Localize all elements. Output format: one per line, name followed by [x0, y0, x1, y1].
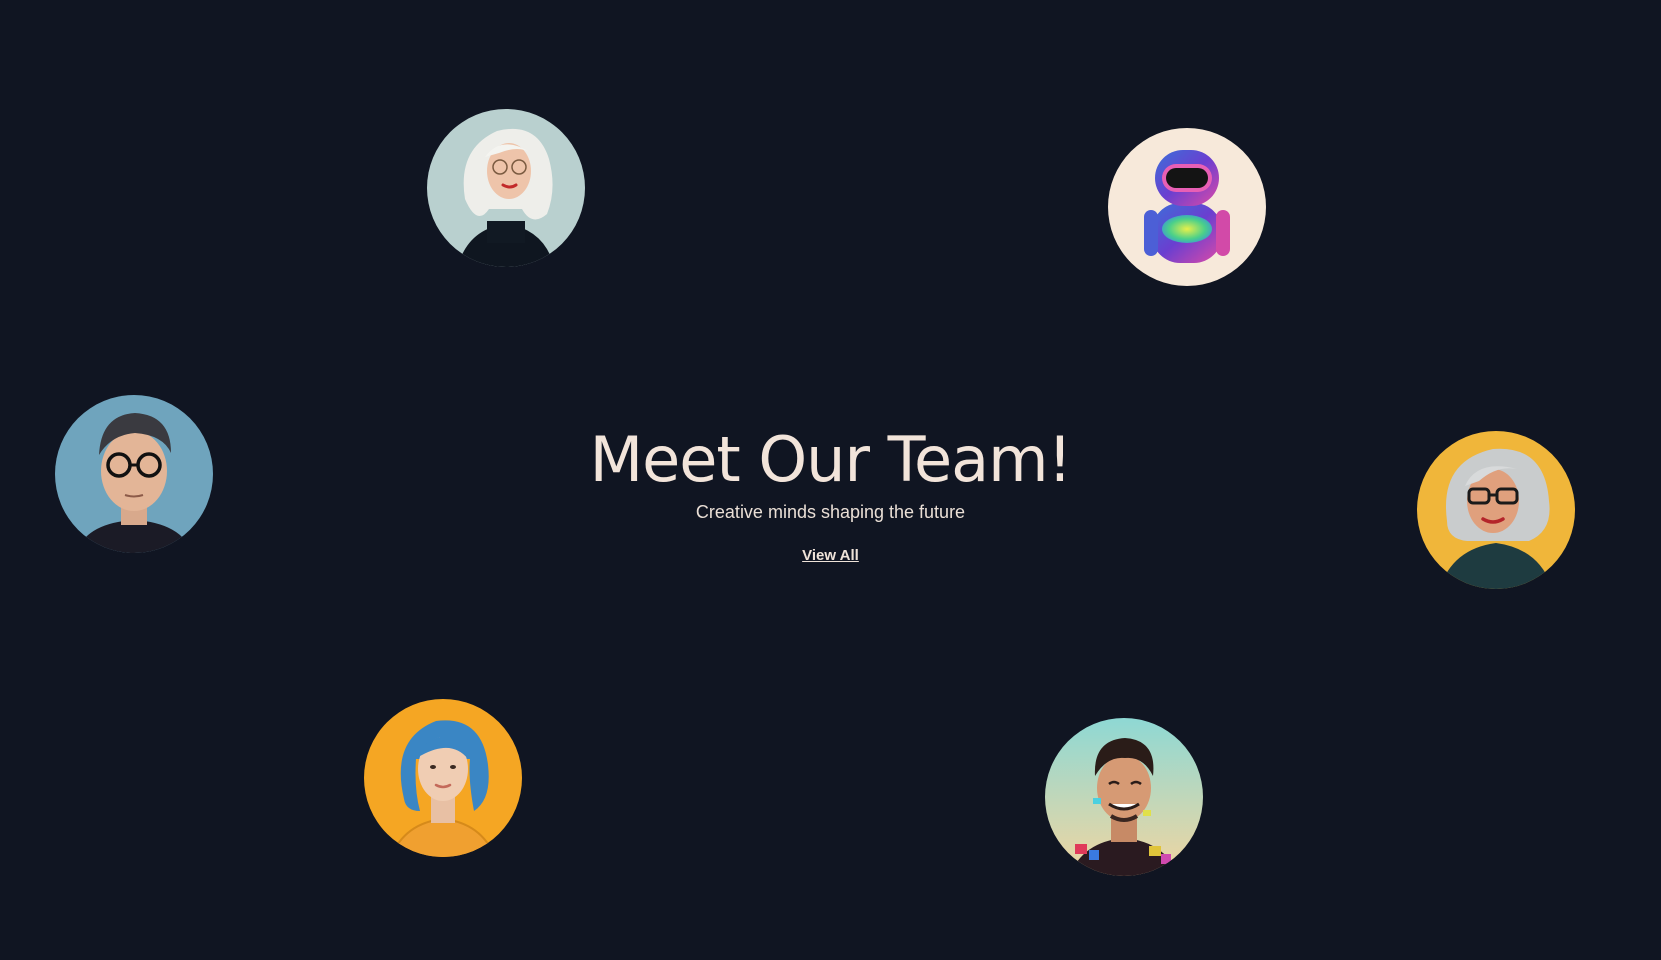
woman-blue-hair-portrait-icon	[364, 699, 522, 857]
team-avatar-6[interactable]	[1045, 718, 1203, 876]
robot-mascot-portrait-icon	[1108, 128, 1266, 286]
team-avatar-2[interactable]	[1108, 128, 1266, 286]
page-subtitle: Creative minds shaping the future	[695, 502, 966, 522]
woman-white-hair-glasses-portrait-icon	[427, 109, 585, 267]
team-page: Meet Our Team! Creative minds shaping th…	[0, 0, 1661, 960]
man-smiling-glitch-portrait-icon	[1045, 718, 1203, 876]
page-title: Meet Our Team!	[589, 423, 1073, 496]
view-all-link[interactable]: View All	[802, 547, 859, 564]
team-avatar-5[interactable]	[364, 699, 522, 857]
hero-section: Meet Our Team! Creative minds shaping th…	[0, 420, 1661, 565]
team-avatar-1[interactable]	[427, 109, 585, 267]
